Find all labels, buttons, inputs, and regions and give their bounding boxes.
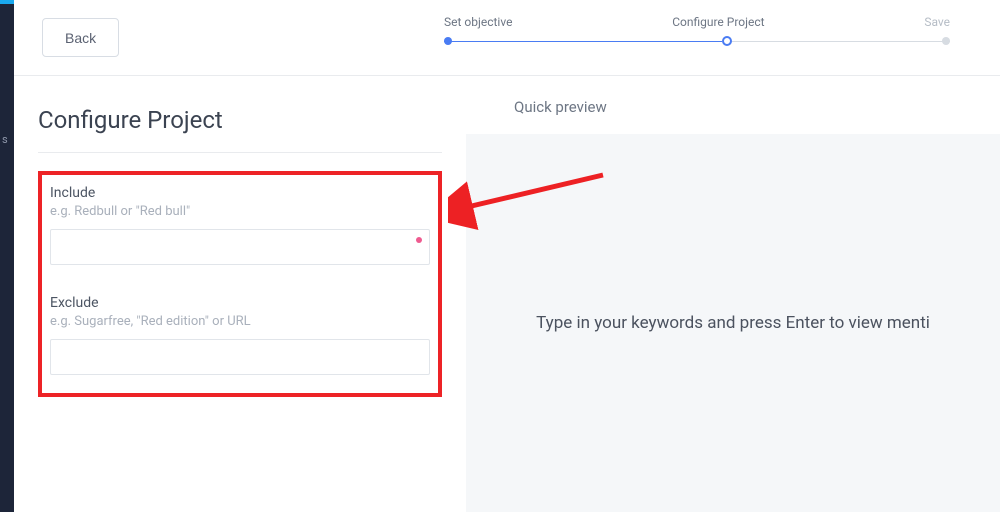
- back-button[interactable]: Back: [42, 18, 119, 57]
- sidebar-accent: [0, 0, 14, 4]
- step-save: Save: [924, 15, 950, 29]
- stepper: Set objective Configure Project Save: [434, 15, 960, 60]
- page-title: Configure Project: [38, 106, 442, 134]
- exclude-label: Exclude: [50, 295, 430, 311]
- preview-pane: Quick preview Type in your keywords and …: [466, 76, 1000, 512]
- exclude-input[interactable]: [50, 339, 430, 375]
- configure-pane: Configure Project Include e.g. Redbull o…: [14, 76, 466, 512]
- required-dot-icon: [416, 237, 422, 243]
- preview-body: Type in your keywords and press Enter to…: [466, 134, 1000, 512]
- step-dot-2-current: [722, 36, 732, 46]
- step-set-objective[interactable]: Set objective: [444, 15, 512, 29]
- divider: [38, 152, 442, 153]
- topbar: Back Set objective Configure Project Sav…: [14, 0, 1000, 76]
- step-dot-3: [942, 37, 950, 45]
- sidebar-hint: s: [2, 133, 8, 146]
- step-dot-1: [444, 37, 452, 45]
- exclude-hint: e.g. Sugarfree, "Red edition" or URL: [50, 314, 430, 329]
- sidebar: s: [0, 0, 14, 512]
- preview-title: Quick preview: [466, 76, 1000, 134]
- annotation-highlight-box: Include e.g. Redbull or "Red bull" Exclu…: [38, 171, 442, 397]
- step-configure-project[interactable]: Configure Project: [672, 15, 764, 29]
- include-hint: e.g. Redbull or "Red bull": [50, 204, 430, 219]
- include-input[interactable]: [50, 229, 430, 265]
- include-label: Include: [50, 185, 430, 201]
